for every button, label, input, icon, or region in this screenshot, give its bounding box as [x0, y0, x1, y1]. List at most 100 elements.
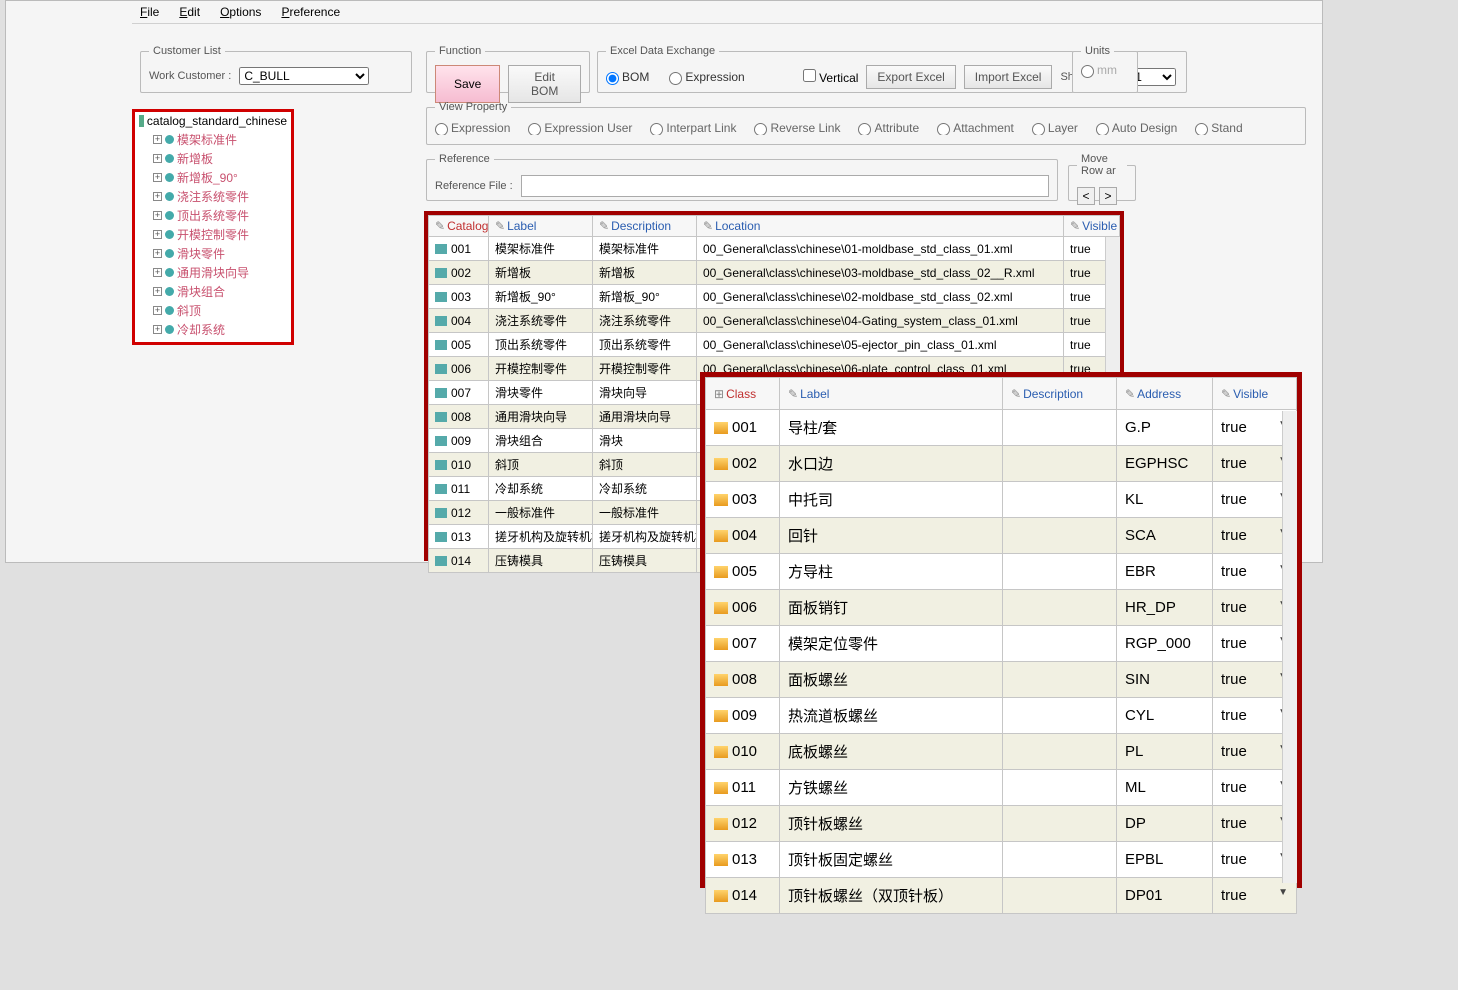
tree-item[interactable]: +浇注系统零件 [135, 187, 291, 206]
col-vis2[interactable]: ✎Visible [1213, 378, 1297, 410]
check-vertical[interactable]: Vertical [803, 69, 859, 85]
table-row[interactable]: 013顶针板固定螺丝EPBLtrue▼ [706, 842, 1297, 878]
expand-icon[interactable]: + [153, 306, 162, 315]
table-row[interactable]: 005顶出系统零件顶出系统零件00_General\class\chinese\… [429, 333, 1120, 357]
tree-item[interactable]: +滑块零件 [135, 244, 291, 263]
row-icon [714, 674, 728, 686]
table-row[interactable]: 002水口边EGPHSCtrue▼ [706, 446, 1297, 482]
expand-icon[interactable]: + [153, 325, 162, 334]
table-row[interactable]: 002新增板新增板00_General\class\chinese\03-mol… [429, 261, 1120, 285]
col-label2[interactable]: ✎Label [780, 378, 1003, 410]
table-row[interactable]: 001导柱/套G.Ptrue▼ [706, 410, 1297, 446]
move-prev-button[interactable]: < [1077, 187, 1095, 205]
node-icon [165, 325, 174, 334]
move-next-button[interactable]: > [1099, 187, 1117, 205]
col-label[interactable]: ✎Label [489, 216, 593, 237]
customer-label: Work Customer : [149, 70, 231, 82]
table-row[interactable]: 008面板螺丝SINtrue▼ [706, 662, 1297, 698]
viewprop-option[interactable]: Stand [1195, 121, 1242, 135]
expand-icon[interactable]: + [153, 268, 162, 277]
viewprop-option[interactable]: Expression User [528, 121, 632, 135]
row-icon [435, 388, 447, 398]
table-row[interactable]: 003中托司KLtrue▼ [706, 482, 1297, 518]
table-row[interactable]: 001模架标准件模架标准件00_General\class\chinese\01… [429, 237, 1120, 261]
row-icon [435, 268, 447, 278]
tree-item[interactable]: +通用滑块向导 [135, 263, 291, 282]
expand-icon[interactable]: + [153, 192, 162, 201]
customer-select[interactable]: C_BULL [239, 67, 369, 85]
tree-item[interactable]: +开模控制零件 [135, 225, 291, 244]
menu-file[interactable]: FFileile [140, 5, 159, 19]
menu-preference[interactable]: Preference [281, 5, 340, 19]
viewprop-option[interactable]: Attachment [937, 121, 1014, 135]
col-loc[interactable]: ✎Location [697, 216, 1064, 237]
menu-options[interactable]: Options [220, 5, 261, 19]
expand-icon[interactable]: + [153, 173, 162, 182]
node-icon [165, 135, 174, 144]
class-table-wrap: ⊞Class ✎Label ✎Description ✎Address ✎Vis… [700, 372, 1302, 888]
col-desc2[interactable]: ✎Description [1003, 378, 1117, 410]
node-icon [165, 287, 174, 296]
table-row[interactable]: 005方导柱EBRtrue▼ [706, 554, 1297, 590]
expand-icon[interactable]: + [153, 230, 162, 239]
tree-item[interactable]: +滑块组合 [135, 282, 291, 301]
expand-icon[interactable]: + [153, 249, 162, 258]
viewprop-option[interactable]: Attribute [858, 121, 919, 135]
col-vis[interactable]: ✎Visible [1064, 216, 1120, 237]
tree-root[interactable]: catalog_standard_chinese [135, 112, 291, 130]
expand-icon[interactable]: + [153, 211, 162, 220]
tree-item[interactable]: +冷却系统 [135, 320, 291, 339]
expand-icon[interactable]: + [153, 287, 162, 296]
row-icon [714, 890, 728, 902]
tree-item[interactable]: +模架标准件 [135, 130, 291, 149]
expand-icon[interactable]: + [153, 344, 162, 345]
table-row[interactable]: 014顶针板螺丝（双顶针板）DP01true▼ [706, 878, 1297, 914]
row-icon [435, 364, 447, 374]
radio-expression[interactable]: Expression [669, 70, 744, 84]
row-icon [714, 494, 728, 506]
node-icon [165, 230, 174, 239]
dropdown-icon[interactable]: ▼ [1278, 887, 1288, 898]
tree-item[interactable]: +新增板_90° [135, 168, 291, 187]
viewprop-option[interactable]: Reverse Link [754, 121, 840, 135]
expand-icon[interactable]: + [153, 135, 162, 144]
col-desc[interactable]: ✎Description [593, 216, 697, 237]
radio-mm[interactable]: mm [1081, 63, 1117, 77]
col-addr[interactable]: ✎Address [1117, 378, 1213, 410]
menu-edit[interactable]: Edit [179, 5, 200, 19]
vscrollbar[interactable] [1282, 411, 1297, 883]
save-button[interactable]: Save [435, 65, 500, 103]
table-row[interactable]: 012顶针板螺丝DPtrue▼ [706, 806, 1297, 842]
viewprop-legend: View Property [435, 101, 511, 113]
export-button[interactable]: Export Excel [866, 65, 955, 89]
class-table[interactable]: ⊞Class ✎Label ✎Description ✎Address ✎Vis… [705, 377, 1297, 914]
table-row[interactable]: 009热流道板螺丝CYLtrue▼ [706, 698, 1297, 734]
col-catalog[interactable]: ✎Catalog [429, 216, 489, 237]
viewprop-option[interactable]: Auto Design [1096, 121, 1177, 135]
import-button[interactable]: Import Excel [964, 65, 1053, 89]
table-row[interactable]: 004回针SCAtrue▼ [706, 518, 1297, 554]
table-row[interactable]: 011方铁螺丝MLtrue▼ [706, 770, 1297, 806]
viewprop-option[interactable]: Expression [435, 121, 510, 135]
viewprop-option[interactable]: Layer [1032, 121, 1078, 135]
table-row[interactable]: 010底板螺丝PLtrue▼ [706, 734, 1297, 770]
expand-icon[interactable]: + [153, 154, 162, 163]
tree-item[interactable]: +顶出系统零件 [135, 206, 291, 225]
viewprop-option[interactable]: Interpart Link [650, 121, 736, 135]
table-row[interactable]: 007模架定位零件RGP_000true▼ [706, 626, 1297, 662]
viewprop-group: View Property Expression Expression User I… [426, 101, 1306, 145]
tree-item[interactable]: +一般标准件 [135, 339, 291, 345]
col-class[interactable]: ⊞Class [706, 378, 780, 410]
tree-item[interactable]: +新增板 [135, 149, 291, 168]
table-row[interactable]: 003新增板_90°新增板_90°00_General\class\chines… [429, 285, 1120, 309]
row-icon [435, 316, 447, 326]
reference-group: Reference Reference File : [426, 153, 1058, 201]
catalog-tree[interactable]: catalog_standard_chinese +模架标准件+新增板+新增板_… [132, 109, 294, 345]
edit-bom-button[interactable]: Edit BOM [508, 65, 581, 103]
row-icon [435, 436, 447, 446]
reference-input[interactable] [521, 175, 1049, 197]
radio-bom[interactable]: BOM [606, 70, 649, 84]
table-row[interactable]: 004浇注系统零件浇注系统零件00_General\class\chinese\… [429, 309, 1120, 333]
table-row[interactable]: 006面板销钉HR_DPtrue▼ [706, 590, 1297, 626]
tree-item[interactable]: +斜顶 [135, 301, 291, 320]
